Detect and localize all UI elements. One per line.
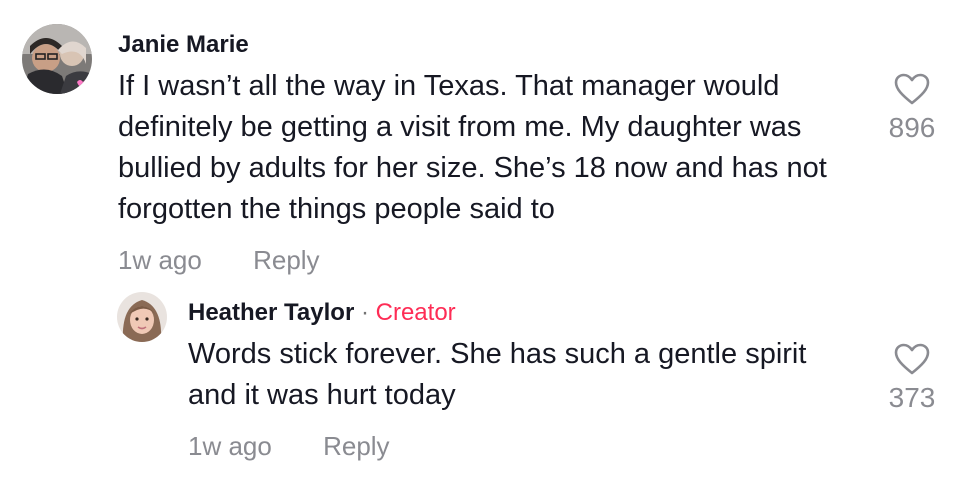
username-text[interactable]: Heather Taylor [188,299,354,326]
avatar[interactable] [117,292,167,342]
reply-button[interactable]: Reply [253,245,319,275]
separator-dot: · [360,299,369,326]
comment-meta: 1w ago Reply [188,431,390,461]
like-control[interactable]: 896 [877,72,947,144]
avatar[interactable] [22,24,92,94]
comment-text: Words stick forever. She has such a gent… [188,338,807,411]
comment-text: If I wasn’t all the way in Texas. That m… [118,70,827,225]
like-count: 896 [888,112,936,143]
like-count: 373 [888,382,936,413]
reply-comment: Heather Taylor · Creator Words stick for… [0,290,980,480]
comment-meta: 1w ago Reply [118,245,320,275]
reply-button[interactable]: Reply [323,431,389,461]
comment-username[interactable]: Janie Marie [118,31,249,59]
heart-icon[interactable] [893,342,931,376]
username-text[interactable]: Janie Marie [118,31,249,58]
user-avatar-photo-icon [117,292,167,342]
creator-badge: Creator [375,299,456,326]
user-avatar-photo-icon [22,24,92,94]
like-control[interactable]: 373 [877,342,947,414]
heart-icon[interactable] [893,72,931,106]
comment-timestamp: 1w ago [118,245,202,275]
comment: Janie Marie If I wasn’t all the way in T… [0,0,980,290]
comment-username[interactable]: Heather Taylor · Creator [188,299,456,327]
comment-timestamp: 1w ago [188,431,272,461]
